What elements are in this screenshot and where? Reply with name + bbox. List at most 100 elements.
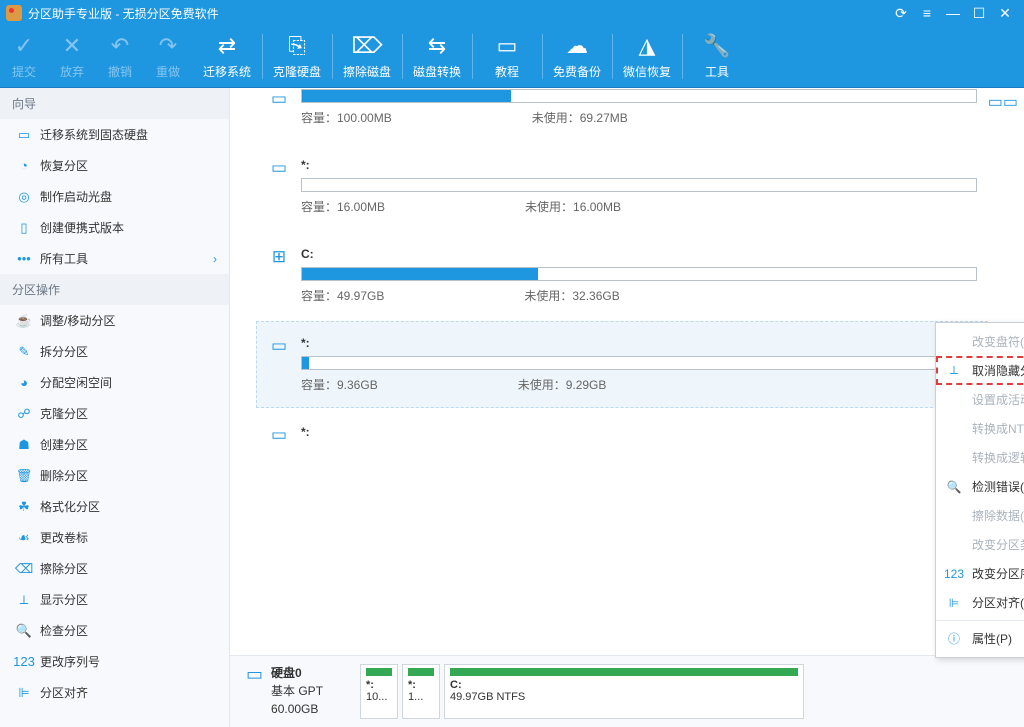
- toolbar-重做[interactable]: ↷重做: [144, 26, 192, 87]
- disk-segment[interactable]: *:1...: [402, 664, 440, 719]
- sidebar-item-icon: ▭: [16, 127, 32, 143]
- menu-item-icon: 🔍: [946, 479, 962, 495]
- sidebar-item-更改卷标[interactable]: ☙更改卷标: [0, 522, 229, 553]
- toolbar-工具[interactable]: 🔧工具: [682, 26, 752, 87]
- sidebar-item-检查分区[interactable]: 🔍检查分区: [0, 615, 229, 646]
- sidebar-item-icon: ◔: [16, 158, 32, 174]
- menu-item-label: 改变盘符(R): [972, 333, 1024, 350]
- maximize-icon[interactable]: ☐: [966, 0, 992, 26]
- partition-label: C:: [301, 247, 977, 261]
- disk-type: 基本 GPT: [271, 682, 323, 700]
- sidebar-item-icon: ✎: [16, 344, 32, 360]
- toolbar-教程[interactable]: ▭教程: [472, 26, 542, 87]
- menu-item-改变分区序列号(M)[interactable]: 123 改变分区序列号(M): [936, 559, 1024, 588]
- toolbar-icon: ⇄: [218, 33, 236, 59]
- partition-usage-bar: [301, 89, 977, 103]
- menu-item-label: 取消隐藏分区(H): [972, 362, 1024, 379]
- toolbar-迁移系统[interactable]: ⇄迁移系统: [192, 26, 262, 87]
- sidebar-item-分区对齐[interactable]: ⊫分区对齐: [0, 677, 229, 708]
- toolbar-磁盘转换[interactable]: ⇆磁盘转换: [402, 26, 472, 87]
- sidebar-item-格式化分区[interactable]: ☘格式化分区: [0, 491, 229, 522]
- sidebar-item-创建分区[interactable]: ☗创建分区: [0, 429, 229, 460]
- partition-capacity: 容量：16.00MB: [301, 198, 385, 215]
- menu-item-分区对齐(P)[interactable]: ⊫分区对齐(P): [936, 588, 1024, 617]
- sidebar-item-label: 显示分区: [40, 591, 88, 608]
- partition-card[interactable]: ▭*:容量：16.00MB未使用：16.00MB: [256, 143, 988, 230]
- partition-card[interactable]: ▭*:: [256, 410, 988, 460]
- refresh-icon[interactable]: ⟳: [888, 0, 914, 26]
- menu-item-label: 改变分区序列号(M): [972, 565, 1024, 582]
- partition-label: *:: [301, 425, 977, 439]
- sidebar-item-擦除分区[interactable]: ⌫ 擦除分区: [0, 553, 229, 584]
- sidebar-item-更改序列号[interactable]: 123更改序列号: [0, 646, 229, 677]
- menu-item-icon: [946, 450, 962, 466]
- sidebar-item-icon: ☕: [16, 313, 32, 329]
- sidebar-item-删除分区[interactable]: 🗑 删除分区: [0, 460, 229, 491]
- toolbar-免费备份[interactable]: ☁免费备份: [542, 26, 612, 87]
- partition-unused: 未使用：32.36GB: [524, 287, 619, 304]
- toolbar-擦除磁盘[interactable]: ⌦擦除磁盘: [332, 26, 402, 87]
- content: 向导 ▭迁移系统到固态硬盘◔恢复分区◎制作启动光盘▯创建便携式版本•••所有工具…: [0, 88, 1024, 727]
- partition-usage-bar: [301, 178, 977, 192]
- sidebar-item-拆分分区[interactable]: ✎ 拆分分区: [0, 336, 229, 367]
- minimize-icon[interactable]: —: [940, 0, 966, 26]
- menu-item-icon: 123: [946, 566, 962, 582]
- toolbar-放弃[interactable]: ✕放弃: [48, 26, 96, 87]
- partition-capacity: 容量：100.00MB: [301, 109, 392, 126]
- menu-item-改变盘符(R): 改变盘符(R): [936, 327, 1024, 356]
- toolbar-icon: ↷: [159, 33, 177, 59]
- sidebar-item-显示分区[interactable]: ⟂显示分区: [0, 584, 229, 615]
- disk-info[interactable]: ▭硬盘0基本 GPT60.00GB: [246, 664, 356, 719]
- sidebar-item-制作启动光盘[interactable]: ◎制作启动光盘: [0, 181, 229, 212]
- sidebar-item-icon: 🗑: [16, 468, 32, 484]
- sidebar-item-克隆分区[interactable]: ☍克隆分区: [0, 398, 229, 429]
- toolbar: ✓提交✕放弃↶撤销↷重做 ⇄迁移系统⎘克隆硬盘⌦擦除磁盘⇆磁盘转换▭教程☁免费备…: [0, 26, 1024, 88]
- sidebar-item-icon: ⌫: [16, 561, 32, 577]
- menu-item-检测错误(K)[interactable]: 🔍 检测错误(K): [936, 472, 1024, 501]
- menu-icon[interactable]: ≡: [914, 0, 940, 26]
- partition-unused: 未使用：16.00MB: [525, 198, 621, 215]
- app-logo-icon: [6, 5, 22, 21]
- sidebar-item-label: 删除分区: [40, 467, 88, 484]
- sidebar-item-label: 恢复分区: [40, 157, 88, 174]
- partition-card[interactable]: ▭*:容量：9.36GB未使用：9.29GB: [256, 321, 988, 408]
- menu-item-label: 改变分区类型ID(T): [972, 536, 1024, 553]
- menu-item-label: 属性(P): [972, 630, 1012, 647]
- sidebar-item-创建便携式版本[interactable]: ▯创建便携式版本: [0, 212, 229, 243]
- sidebar-item-迁移系统到固态硬盘[interactable]: ▭迁移系统到固态硬盘: [0, 119, 229, 150]
- toolbar-icon: ✓: [15, 33, 33, 59]
- toolbar-微信恢复[interactable]: ◮微信恢复: [612, 26, 682, 87]
- menu-item-icon: [946, 334, 962, 350]
- disk-segment[interactable]: C:49.97GB NTFS: [444, 664, 804, 719]
- close-icon[interactable]: ✕: [992, 0, 1018, 26]
- partition-unused: 未使用：69.27MB: [532, 109, 628, 126]
- menu-item-label: 检测错误(K): [972, 478, 1024, 495]
- sidebar-item-分配空闲空间[interactable]: ◕分配空闲空间: [0, 367, 229, 398]
- menu-item-属性(P)[interactable]: ⓘ属性(P): [936, 624, 1024, 653]
- toolbar-icon: ↶: [111, 33, 129, 59]
- disk-segment[interactable]: *:10...: [360, 664, 398, 719]
- toolbar-icon: ✕: [63, 33, 81, 59]
- toolbar-克隆硬盘[interactable]: ⎘克隆硬盘: [262, 26, 332, 87]
- toolbar-icon: ◮: [639, 33, 656, 59]
- sidebar-item-icon: ◎: [16, 189, 32, 205]
- partition-card[interactable]: ▭容量：100.00MB未使用：69.27MB: [256, 88, 988, 141]
- menu-item-icon: ⟂: [946, 363, 962, 379]
- sidebar-item-所有工具[interactable]: •••所有工具›: [0, 243, 229, 274]
- partition-card[interactable]: ⊞C:容量：49.97GB未使用：32.36GB: [256, 232, 988, 319]
- menu-item-label: 擦除数据(W): [972, 507, 1024, 524]
- sidebar-item-恢复分区[interactable]: ◔ 恢复分区: [0, 150, 229, 181]
- sidebar-item-label: 拆分分区: [40, 343, 88, 360]
- disk-bar: ▭硬盘0基本 GPT60.00GB*:10...*:1...C:49.97GB …: [230, 655, 1024, 727]
- toolbar-提交[interactable]: ✓提交: [0, 26, 48, 87]
- sidebar-item-icon: ☙: [16, 530, 32, 546]
- sidebar-item-label: 创建分区: [40, 436, 88, 453]
- menu-item-icon: [946, 508, 962, 524]
- sidebar-item-label: 擦除分区: [40, 560, 88, 577]
- toolbar-撤销[interactable]: ↶撤销: [96, 26, 144, 87]
- menu-item-取消隐藏分区(H)[interactable]: ⟂ 取消隐藏分区(H): [936, 356, 1024, 385]
- sidebar-item-调整/移动分区[interactable]: ☕调整/移动分区: [0, 305, 229, 336]
- menu-item-label: 转换成逻辑分区: [972, 449, 1024, 466]
- menu-item-转换成NTFS分区(O): 转换成NTFS分区(O): [936, 414, 1024, 443]
- chevron-right-icon: ›: [213, 252, 217, 266]
